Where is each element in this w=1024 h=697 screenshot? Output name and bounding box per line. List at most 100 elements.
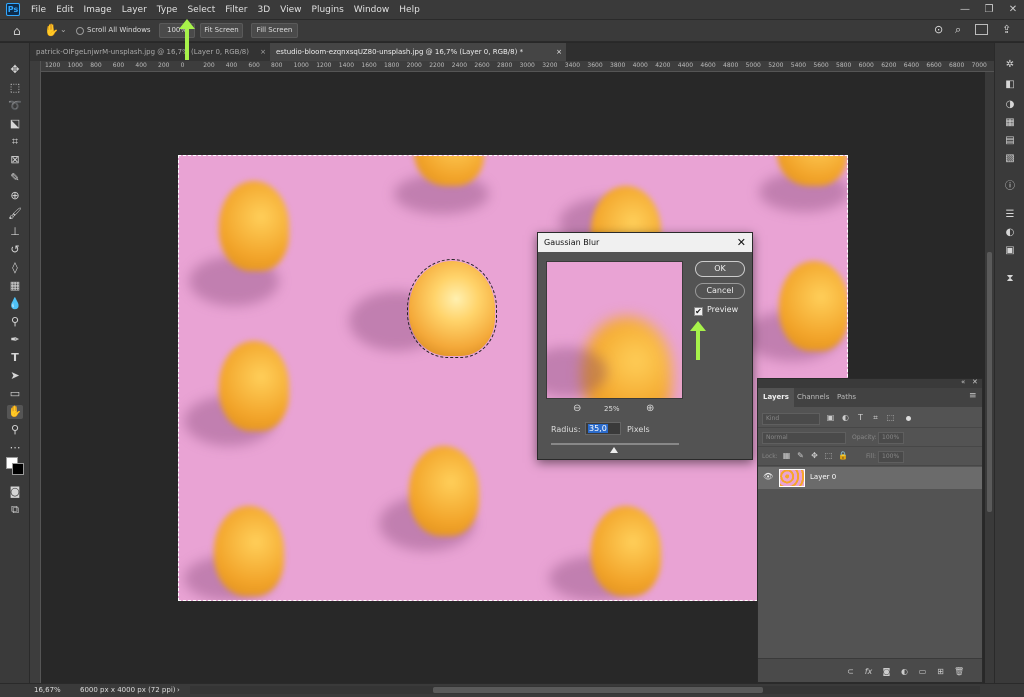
radius-slider-track[interactable] — [551, 443, 679, 445]
panel-close-icon[interactable]: ✕ — [972, 378, 978, 386]
visibility-eye-icon[interactable]: 👁 — [763, 472, 773, 481]
fill-screen-button[interactable]: Fill Screen — [251, 23, 298, 38]
group-icon[interactable]: ▭ — [918, 667, 927, 677]
brush-tool-icon[interactable]: 🖌 — [7, 207, 23, 221]
new-layer-icon[interactable]: ⊞ — [936, 667, 945, 677]
blend-mode-select[interactable]: Normal — [762, 432, 846, 444]
lock-all-icon[interactable]: 🔒 — [838, 451, 848, 461]
more-tools-icon[interactable]: ⋯ — [7, 441, 23, 455]
swatches-icon[interactable]: ▦ — [1003, 116, 1017, 129]
opacity-input[interactable]: 100% — [878, 432, 904, 444]
patterns-icon[interactable]: ▧ — [1003, 152, 1017, 165]
history-icon[interactable]: ⧗ — [1003, 272, 1017, 285]
share-export-icon[interactable]: ⇪ — [1002, 23, 1011, 36]
preview-checkbox[interactable]: ✔ — [694, 307, 703, 316]
collapse-icon[interactable]: « — [961, 378, 965, 386]
gear-icon[interactable]: ✲ — [1003, 58, 1017, 71]
menu-3d[interactable]: 3D — [253, 5, 276, 15]
lock-pixels-icon[interactable]: ✎ — [796, 451, 805, 461]
gradient-tool-icon[interactable]: ▦ — [7, 279, 23, 293]
trash-icon[interactable]: 🗑 — [954, 667, 964, 677]
home-icon[interactable]: ⌂ — [13, 24, 21, 38]
scroll-all-windows-checkbox[interactable] — [76, 27, 84, 35]
zoom-out-icon[interactable]: ⊖ — [573, 403, 581, 414]
menu-view[interactable]: View — [275, 5, 306, 15]
tab-layers[interactable]: Layers — [758, 388, 794, 407]
fx-icon[interactable]: fx — [864, 667, 873, 677]
eraser-tool-icon[interactable]: ◊ — [7, 261, 23, 275]
background-color-swatch[interactable] — [12, 463, 24, 475]
radius-input[interactable]: 35,0 — [585, 422, 621, 435]
gradients-icon[interactable]: ▤ — [1003, 134, 1017, 147]
quick-mask-icon[interactable]: ◙ — [7, 485, 23, 499]
path-select-icon[interactable]: ➤ — [7, 369, 23, 383]
adjustments-icon[interactable]: ☰ — [1003, 208, 1017, 221]
dodge-tool-icon[interactable]: ⚲ — [7, 315, 23, 329]
tab-patrick[interactable]: patrick-OIFgeLnjwrM-unsplash.jpg @ 16,7%… — [30, 43, 270, 61]
layer-row[interactable]: 👁 Layer 0 — [758, 467, 982, 489]
frame-tool-icon[interactable]: ⊠ — [7, 153, 23, 167]
status-arrow-icon[interactable]: › — [177, 684, 180, 697]
lock-transparent-icon[interactable]: ▦ — [782, 451, 791, 461]
vertical-scrollbar-thumb[interactable] — [987, 252, 992, 512]
pen-tool-icon[interactable]: ✒ — [7, 333, 23, 347]
tab-paths[interactable]: Paths — [832, 388, 861, 407]
libraries-icon[interactable]: ▣ — [1003, 244, 1017, 257]
tab-estudio-bloom[interactable]: estudio-bloom-ezqnxsqUZ80-unsplash.jpg @… — [270, 43, 566, 61]
blur-preview[interactable] — [546, 261, 683, 399]
close-window-button[interactable]: ✕ — [1002, 0, 1024, 19]
history-brush-icon[interactable]: ↺ — [7, 243, 23, 257]
filter-adjustment-icon[interactable]: ◐ — [841, 413, 850, 423]
menu-edit[interactable]: Edit — [51, 5, 78, 15]
quick-select-tool-icon[interactable]: ⬕ — [7, 117, 23, 131]
filter-toggle-icon[interactable] — [906, 416, 911, 421]
dialog-close-icon[interactable]: ✕ — [737, 233, 746, 252]
ok-button[interactable]: OK — [695, 261, 745, 277]
chevron-down-icon[interactable]: ⌄ — [60, 25, 67, 34]
marquee-tool-icon[interactable]: ⬚ — [7, 81, 23, 95]
panel-menu-icon[interactable]: ≡ — [969, 391, 977, 401]
rectangle-tool-icon[interactable]: ▭ — [7, 387, 23, 401]
hand-icon[interactable]: ✋ — [44, 23, 59, 37]
menu-image[interactable]: Image — [79, 5, 117, 15]
adjustment-layer-icon[interactable]: ◐ — [900, 667, 909, 677]
fill-input[interactable]: 100% — [878, 451, 904, 463]
screen-mode-icon[interactable]: ⧉ — [7, 503, 23, 517]
lasso-tool-icon[interactable]: ➰ — [7, 99, 23, 113]
zoom-level[interactable]: 16,67% — [34, 684, 61, 697]
link-layers-icon[interactable]: ⊂ — [846, 667, 855, 677]
menu-plugins[interactable]: Plugins — [307, 5, 349, 15]
fit-screen-button[interactable]: Fit Screen — [200, 23, 243, 38]
lock-position-icon[interactable]: ✥ — [810, 451, 819, 461]
eyedropper-tool-icon[interactable]: ✎ — [7, 171, 23, 185]
workspace-icon[interactable] — [975, 24, 988, 35]
cancel-button[interactable]: Cancel — [695, 283, 745, 299]
move-tool-icon[interactable]: ✥ — [7, 63, 23, 77]
properties-icon[interactable]: ◐ — [1003, 226, 1017, 239]
tab-channels[interactable]: Channels — [792, 388, 834, 407]
healing-tool-icon[interactable]: ⊕ — [7, 189, 23, 203]
lock-artboard-icon[interactable]: ⬚ — [824, 451, 833, 461]
share-icon[interactable]: ⊙ — [934, 23, 943, 36]
menu-type[interactable]: Type — [152, 5, 183, 15]
crop-tool-icon[interactable]: ⌗ — [7, 135, 23, 149]
minimize-button[interactable]: — — [954, 0, 976, 19]
selected-lemon[interactable] — [407, 259, 497, 358]
filter-shape-icon[interactable]: ⌗ — [871, 413, 880, 423]
type-tool-icon[interactable]: T — [7, 351, 23, 365]
menu-file[interactable]: File — [26, 5, 51, 15]
stamp-tool-icon[interactable]: ⊥ — [7, 225, 23, 239]
palette-icon[interactable]: ◑ — [1003, 98, 1017, 111]
color-icon[interactable]: ◧ — [1003, 78, 1017, 91]
horizontal-scrollbar[interactable] — [190, 686, 980, 694]
menu-window[interactable]: Window — [349, 5, 395, 15]
filter-smart-object-icon[interactable]: ⬚ — [886, 413, 895, 423]
filter-pixel-icon[interactable]: ▣ — [826, 413, 835, 423]
tab-close-icon[interactable]: × — [260, 43, 266, 61]
info-icon[interactable]: ⓘ — [1003, 180, 1017, 193]
tab-close-icon[interactable]: × — [556, 43, 562, 61]
add-mask-icon[interactable]: ◙ — [882, 667, 891, 677]
layer-name[interactable]: Layer 0 — [810, 473, 836, 481]
blur-tool-icon[interactable]: 💧 — [7, 297, 23, 311]
horizontal-scrollbar-thumb[interactable] — [433, 687, 763, 693]
